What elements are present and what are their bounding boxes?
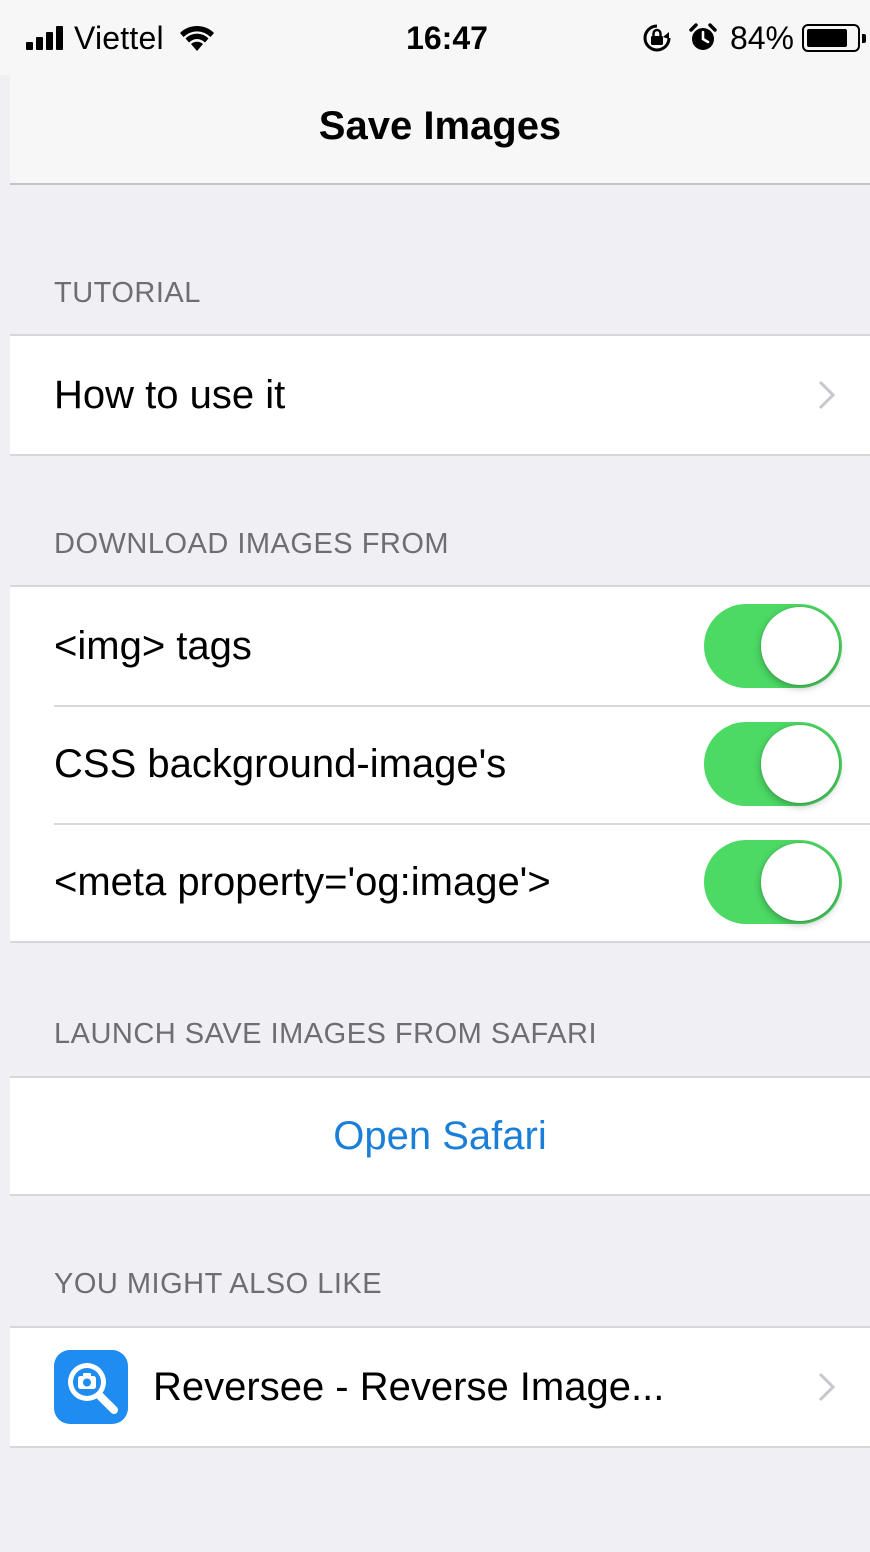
magnifier-camera-icon <box>68 1363 118 1414</box>
img-tags-toggle[interactable] <box>704 604 842 688</box>
og-image-toggle[interactable] <box>704 840 842 924</box>
og-image-row: <meta property='og:image'> <box>10 823 870 941</box>
open-safari-button[interactable]: Open Safari <box>10 1078 870 1194</box>
orientation-lock-icon <box>643 24 671 52</box>
section-header-also-like: YOU MIGHT ALSO LIKE <box>54 1268 383 1300</box>
css-background-label: CSS background-image's <box>54 742 507 786</box>
page-title: Save Images <box>318 104 562 148</box>
reversee-row[interactable]: Reversee - Reverse Image... <box>10 1328 870 1446</box>
css-background-row: CSS background-image's <box>10 705 870 823</box>
navigation-bar: Save Images <box>10 75 870 185</box>
battery-percent: 84% <box>729 19 794 56</box>
reversee-label: Reversee - Reverse Image... <box>153 1365 665 1409</box>
also-like-group: Reversee - Reverse Image... <box>10 1326 870 1448</box>
how-to-use-label: How to use it <box>54 373 286 417</box>
toggle-knob <box>761 843 839 921</box>
section-header-download: DOWNLOAD IMAGES FROM <box>54 528 450 560</box>
img-tags-label: <img> tags <box>54 624 252 668</box>
css-background-toggle[interactable] <box>704 722 842 806</box>
status-right: 84% <box>642 19 866 56</box>
how-to-use-row[interactable]: How to use it <box>10 336 870 454</box>
og-image-label: <meta property='og:image'> <box>54 860 551 904</box>
battery-fill <box>807 29 848 47</box>
chevron-right-icon <box>818 1372 836 1402</box>
reversee-app-icon <box>54 1350 128 1424</box>
battery-icon <box>802 24 866 52</box>
battery-nub <box>862 34 866 43</box>
chevron-right-icon <box>818 380 836 410</box>
screen: Viettel 16:47 84% Save Images TUTORIAL H… <box>0 0 870 1552</box>
alarm-icon <box>689 23 717 50</box>
toggle-knob <box>761 607 839 685</box>
download-group: <img> tags CSS background-image's <meta … <box>10 585 870 943</box>
tutorial-group: How to use it <box>10 334 870 456</box>
toggle-knob <box>761 725 839 803</box>
section-header-tutorial: TUTORIAL <box>54 277 201 309</box>
status-bar: Viettel 16:47 84% <box>0 0 870 75</box>
launch-group: Open Safari <box>10 1076 870 1196</box>
img-tags-row: <img> tags <box>10 587 870 705</box>
section-header-launch: LAUNCH SAVE IMAGES FROM SAFARI <box>54 1018 598 1050</box>
